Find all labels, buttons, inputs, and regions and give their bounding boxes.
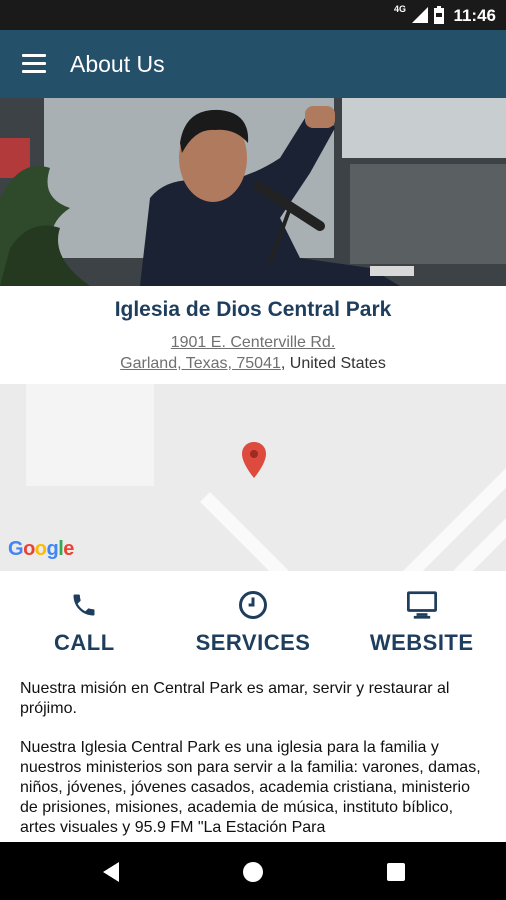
hero-photo bbox=[0, 98, 506, 286]
clock-icon bbox=[239, 591, 267, 619]
address-country: , United States bbox=[280, 355, 386, 372]
call-label: CALL bbox=[54, 630, 115, 655]
status-icons: 4G bbox=[393, 4, 444, 25]
signal-icon bbox=[412, 7, 428, 23]
system-nav-bar bbox=[0, 842, 506, 900]
church-header: Iglesia de Dios Central Park 1901 E. Cen… bbox=[0, 286, 506, 384]
status-time: 11:46 bbox=[453, 6, 496, 25]
website-label: WEBSITE bbox=[369, 630, 474, 655]
google-logo: Google bbox=[8, 538, 74, 560]
church-description: Nuestra misión en Central Park es amar, … bbox=[20, 679, 490, 857]
map-road bbox=[200, 492, 295, 571]
address-line-1[interactable]: 1901 E. Centerville Rd. bbox=[0, 334, 506, 352]
monitor-icon bbox=[406, 591, 437, 619]
action-buttons: CALL SERVICES WEBSITE bbox=[0, 571, 506, 666]
address-street-link[interactable]: 1901 E. Centerville Rd. bbox=[171, 334, 336, 351]
services-label: SERVICES bbox=[195, 630, 311, 655]
network-type-label: 4G bbox=[393, 4, 406, 14]
hamburger-menu-icon[interactable] bbox=[22, 54, 46, 74]
status-bar: 4G 11:46 bbox=[0, 0, 506, 30]
description-paragraph-1: Nuestra misión en Central Park es amar, … bbox=[20, 680, 450, 717]
page-title: About Us bbox=[70, 51, 165, 77]
back-icon[interactable] bbox=[101, 861, 121, 883]
battery-icon bbox=[434, 6, 444, 24]
map-pin-icon[interactable] bbox=[242, 442, 266, 478]
call-button[interactable]: CALL bbox=[0, 571, 169, 666]
map-building-block bbox=[26, 384, 154, 486]
services-button[interactable]: SERVICES bbox=[169, 571, 338, 666]
map-view[interactable]: Google bbox=[0, 384, 506, 571]
description-paragraph-2: Nuestra Iglesia Central Park es una igle… bbox=[20, 739, 481, 836]
address-city-link[interactable]: Garland, Texas, 75041 bbox=[120, 355, 281, 372]
phone-icon bbox=[73, 594, 95, 616]
website-button[interactable]: WEBSITE bbox=[337, 571, 506, 666]
app-bar: About Us bbox=[0, 30, 506, 98]
address-line-2[interactable]: Garland, Texas, 75041, United States bbox=[0, 355, 506, 373]
church-name: Iglesia de Dios Central Park bbox=[114, 298, 392, 321]
home-icon[interactable] bbox=[242, 861, 264, 883]
recents-icon[interactable] bbox=[386, 862, 406, 882]
